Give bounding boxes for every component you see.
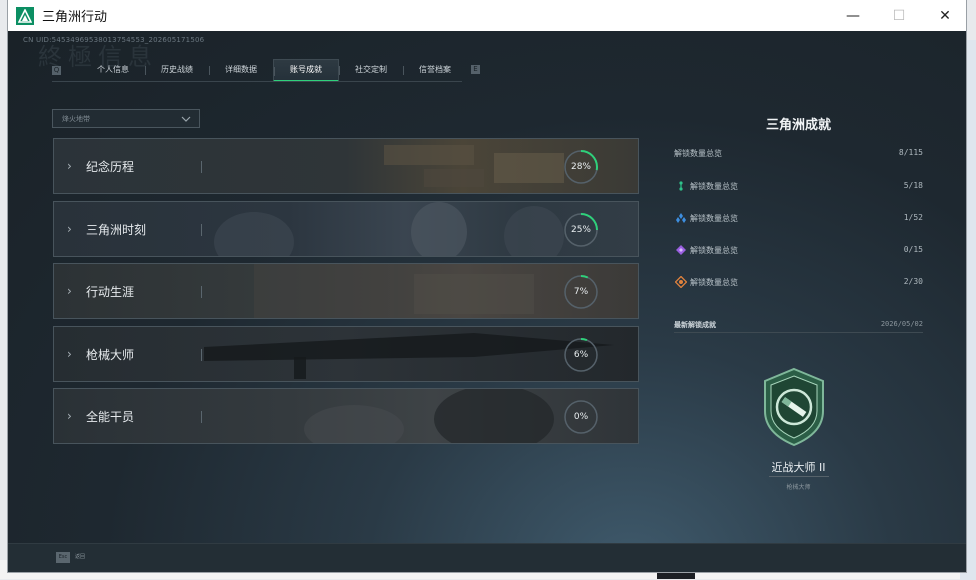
stat-value: 0/15	[903, 245, 923, 254]
achievement-label: 三角洲时刻	[86, 222, 147, 237]
green-tier-icon	[679, 181, 683, 191]
chevron-right-icon: ›	[67, 221, 72, 236]
tab-details[interactable]: 详细数据	[209, 59, 273, 81]
purple-tier-icon	[676, 245, 686, 255]
achievement-label: 全能干员	[86, 410, 135, 424]
window-title: 三角洲行动	[42, 10, 108, 25]
chevron-down-icon	[181, 116, 191, 122]
stat-value: 1/52	[903, 213, 923, 222]
main-content: 終極信息 CN UID:545349695380137545​53_202605…	[8, 31, 966, 572]
esc-label: 返回	[75, 554, 86, 560]
tab-bar: Q 个人信息 历史战绩 详细数据 账号成就 社交定制 信誉档案 E	[52, 58, 480, 82]
medal-badge-icon[interactable]	[759, 367, 829, 447]
tab-prev-key[interactable]: Q	[52, 65, 61, 75]
row-artwork	[384, 145, 564, 187]
chevron-right-icon: ›	[67, 284, 72, 298]
achievement-row[interactable]: › 枪械大师 6%	[53, 325, 639, 382]
tab-history[interactable]: 历史战绩	[145, 59, 209, 81]
blue-tier-icon	[676, 213, 686, 223]
progress-percent: 0%	[573, 412, 589, 422]
tier-stat-blue: 解锁数量总览 1/52	[674, 211, 923, 225]
recent-unlock-date: 2026/05/02	[880, 320, 923, 328]
app-logo-icon	[16, 6, 34, 25]
tabs: 个人信息 历史战绩 详细数据 账号成就 社交定制 信誉档案	[81, 58, 467, 82]
maximize-button[interactable]: ☐	[876, 0, 922, 31]
stat-label: 解锁数量总览	[690, 182, 738, 191]
recent-divider	[674, 332, 923, 333]
tab-personal-info[interactable]: 个人信息	[81, 59, 145, 81]
panel-title: 三角洲成就	[765, 118, 831, 133]
close-icon: ✕	[939, 7, 951, 24]
progress-percent: 28%	[570, 162, 591, 172]
tier-stat-orange: 解锁数量总览 2/30	[674, 275, 923, 289]
tab-next-key[interactable]: E	[471, 65, 480, 74]
achievement-list: › 纪念历程 28% › 三角洲时刻 25% › 行动生涯 7% › 枪械大师 …	[53, 138, 639, 451]
medal-divider	[769, 476, 829, 477]
achievement-label: 行动生涯	[86, 285, 135, 299]
stat-label: 解锁数量总览	[674, 149, 722, 158]
progress-percent: 25%	[570, 224, 591, 235]
maximize-icon: ☐	[892, 7, 906, 24]
achievement-label: 纪念历程	[86, 160, 135, 174]
row-divider	[201, 348, 202, 361]
recent-unlock-label: 最新解锁成就	[674, 321, 716, 329]
achievement-row[interactable]: › 全能干员 0%	[53, 388, 639, 444]
achievement-label: 枪械大师	[86, 347, 135, 362]
row-divider	[201, 161, 202, 173]
uid-text: CN UID:545349695380137545​53_20260517150…	[23, 36, 205, 44]
achievement-row[interactable]: › 三角洲时刻 25%	[53, 200, 639, 257]
bottom-bar: Esc 返回	[8, 543, 966, 572]
tier-stat-green: 解锁数量总览 5/18	[674, 179, 923, 193]
tab-reputation[interactable]: 信誉档案	[403, 59, 467, 81]
tab-achievements[interactable]: 账号成就	[273, 58, 339, 82]
recent-unlock-header: 最新解锁成就 2026/05/02	[674, 320, 923, 330]
total-unlock-stat: 解锁数量总览 8/115	[674, 146, 923, 160]
mode-dropdown[interactable]: 烽火地带	[52, 109, 200, 128]
minimize-icon: —	[846, 7, 860, 24]
tab-social[interactable]: 社交定制	[339, 59, 403, 81]
stat-value: 5/18	[903, 181, 923, 190]
medal-category: 枪械大师	[786, 484, 811, 491]
row-artwork	[204, 332, 614, 379]
tier-stat-purple: 解锁数量总览 0/15	[674, 243, 923, 257]
achievement-row[interactable]: › 行动生涯 7%	[53, 263, 639, 319]
stat-value: 2/30	[903, 277, 923, 286]
close-button[interactable]: ✕	[922, 0, 966, 31]
row-artwork	[304, 389, 554, 443]
orange-tier-icon	[675, 276, 687, 288]
esc-key-hint[interactable]: Esc	[56, 552, 70, 563]
progress-percent: 6%	[573, 349, 589, 360]
stat-label: 解锁数量总览	[690, 278, 738, 287]
row-artwork	[254, 264, 534, 318]
title-bar: 三角洲行动 — ☐ ✕	[8, 0, 966, 31]
progress-percent: 7%	[573, 287, 589, 297]
achievement-row[interactable]: › 纪念历程 28%	[53, 138, 639, 194]
dropdown-value: 烽火地带	[62, 115, 90, 123]
chevron-right-icon: ›	[67, 409, 72, 423]
medal-name: 近战大师 II	[771, 461, 826, 474]
app-window: 三角洲行动 — ☐ ✕ 終極信息 CN UID:5453496953801375…	[8, 0, 966, 572]
stat-value: 8/115	[898, 148, 923, 157]
chevron-right-icon: ›	[67, 159, 72, 173]
chevron-right-icon: ›	[67, 346, 72, 361]
row-divider	[201, 411, 202, 423]
minimize-button[interactable]: —	[830, 0, 876, 31]
stat-label: 解锁数量总览	[690, 246, 738, 255]
row-divider	[201, 286, 202, 298]
stat-label: 解锁数量总览	[690, 214, 738, 223]
row-divider	[201, 223, 202, 236]
tabs-divider	[52, 81, 462, 82]
